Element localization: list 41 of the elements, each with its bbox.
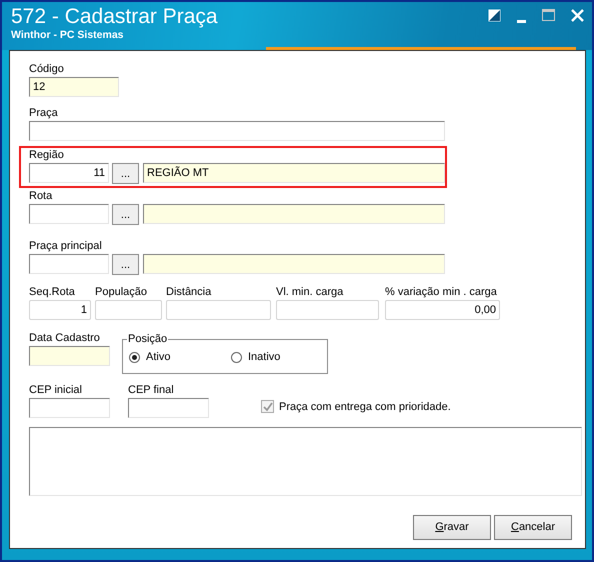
field-label: % variação min . carga [385, 286, 497, 299]
input-field[interactable] [29, 254, 109, 274]
field-label: Código [29, 63, 64, 76]
window-subtitle: Winthor - PC Sistemas [11, 29, 124, 42]
field-label: Praça principal [29, 240, 102, 253]
input-field[interactable] [29, 204, 109, 224]
input-field[interactable] [29, 346, 110, 366]
dialog-button[interactable]: Cancelar [494, 515, 572, 540]
radio-label[interactable]: Ativo [146, 349, 170, 366]
dialog-button[interactable]: Gravar [413, 515, 491, 540]
group-legend: Posição [127, 332, 168, 346]
field-label: Rota [29, 190, 52, 203]
field-label: Data Cadastro [29, 332, 100, 345]
lookup-button[interactable]: ... [112, 163, 139, 184]
field-label: Seq.Rota [29, 286, 75, 299]
input-field[interactable] [29, 398, 110, 418]
input-field[interactable] [128, 398, 209, 418]
field-label: Distância [166, 286, 212, 299]
radio-label[interactable]: Inativo [248, 349, 280, 366]
field-label: CEP final [128, 384, 174, 397]
field-label: Praça [29, 107, 58, 120]
theme-icon[interactable] [488, 9, 501, 22]
lookup-button[interactable]: ... [112, 254, 139, 275]
input-field[interactable] [143, 204, 445, 224]
maximize-icon[interactable] [542, 9, 555, 21]
radio-button[interactable] [231, 352, 242, 363]
lookup-button[interactable]: ... [112, 204, 139, 225]
field-label: Vl. min. carga [276, 286, 344, 299]
input-field[interactable]: REGIÃO MT [143, 163, 445, 183]
input-field[interactable]: 12 [29, 77, 119, 97]
close-icon[interactable] [571, 9, 584, 22]
input-field[interactable] [143, 254, 445, 274]
input-field[interactable]: 11 [29, 163, 109, 183]
field-label: População [95, 286, 147, 299]
field-label: Região [29, 149, 64, 162]
radio-button[interactable] [129, 352, 140, 363]
input-field[interactable]: 0,00 [385, 300, 500, 320]
field-label: CEP inicial [29, 384, 82, 397]
input-field[interactable]: 1 [29, 300, 91, 320]
input-field[interactable] [29, 121, 445, 141]
window-title: 572 - Cadastrar Praça [11, 4, 218, 29]
